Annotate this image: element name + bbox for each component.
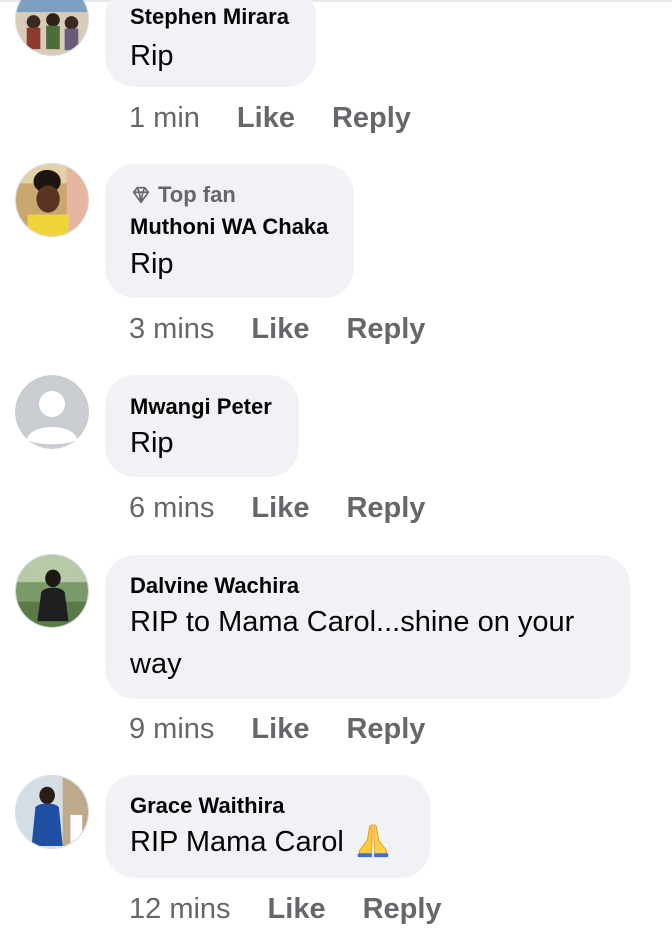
avatar-photo	[16, 164, 88, 236]
reply-button[interactable]: Reply	[363, 893, 442, 926]
reply-button[interactable]: Reply	[346, 713, 425, 746]
timestamp[interactable]: 3 mins	[129, 313, 214, 346]
comment-actions: 3 mins Like Reply	[129, 313, 425, 346]
comment-bubble: Mwangi Peter Rip	[105, 375, 299, 477]
reply-button[interactable]: Reply	[332, 102, 411, 135]
avatar[interactable]	[15, 375, 89, 449]
comment-text: RIP to Mama Carol...shine on your way	[130, 601, 574, 685]
comment-actions: 6 mins Like Reply	[129, 492, 425, 525]
like-button[interactable]: Like	[237, 102, 295, 135]
reply-button[interactable]: Reply	[346, 313, 425, 346]
like-button[interactable]: Like	[268, 893, 326, 926]
comment-text-line: RIP to Mama Carol...shine on your	[130, 606, 575, 638]
timestamp[interactable]: 1 min	[129, 102, 200, 135]
comment-actions: 9 mins Like Reply	[129, 713, 425, 746]
avatar-photo	[16, 0, 88, 55]
avatar-photo	[16, 776, 88, 848]
comment-text-content: RIP Mama Carol	[130, 826, 344, 858]
avatar[interactable]	[15, 0, 89, 56]
author-name[interactable]: Muthoni WA Chaka	[130, 214, 328, 240]
comment-text: Rip	[130, 427, 174, 459]
author-name[interactable]: Grace Waithira	[130, 793, 284, 819]
timestamp[interactable]: 9 mins	[129, 713, 214, 746]
avatar[interactable]	[15, 775, 89, 849]
top-fan-badge: Top fan	[130, 182, 236, 208]
comment-actions: 12 mins Like Reply	[129, 893, 442, 926]
badge-label: Top fan	[158, 182, 236, 207]
timestamp[interactable]: 6 mins	[129, 492, 214, 525]
top-divider	[0, 0, 672, 2]
avatar[interactable]	[15, 554, 89, 628]
avatar-photo	[16, 555, 88, 627]
comment-text: Rip	[130, 248, 174, 280]
reply-button[interactable]: Reply	[346, 492, 425, 525]
diamond-icon	[132, 186, 150, 204]
folded-hands-emoji	[357, 824, 389, 858]
like-button[interactable]: Like	[251, 713, 309, 746]
like-button[interactable]: Like	[251, 492, 309, 525]
author-name[interactable]: Mwangi Peter	[130, 394, 272, 420]
comment-bubble: Dalvine Wachira RIP to Mama Carol...shin…	[105, 555, 630, 699]
comment-text: RIP Mama Carol	[130, 821, 392, 863]
comment-text-line: way	[130, 648, 182, 680]
comment-bubble: Top fan Muthoni WA Chaka Rip	[105, 164, 354, 298]
comment-actions: 1 min Like Reply	[129, 102, 411, 135]
author-name[interactable]: Stephen Mirara	[130, 4, 289, 30]
comment-text: Rip	[130, 40, 174, 72]
avatar[interactable]	[15, 163, 89, 237]
author-name[interactable]: Dalvine Wachira	[130, 573, 299, 599]
like-button[interactable]: Like	[251, 313, 309, 346]
timestamp[interactable]: 12 mins	[129, 893, 231, 926]
comment-bubble: Stephen Mirara Rip	[105, 0, 316, 87]
comment-bubble: Grace Waithira RIP Mama Carol	[105, 775, 430, 878]
default-avatar-icon	[15, 375, 89, 449]
